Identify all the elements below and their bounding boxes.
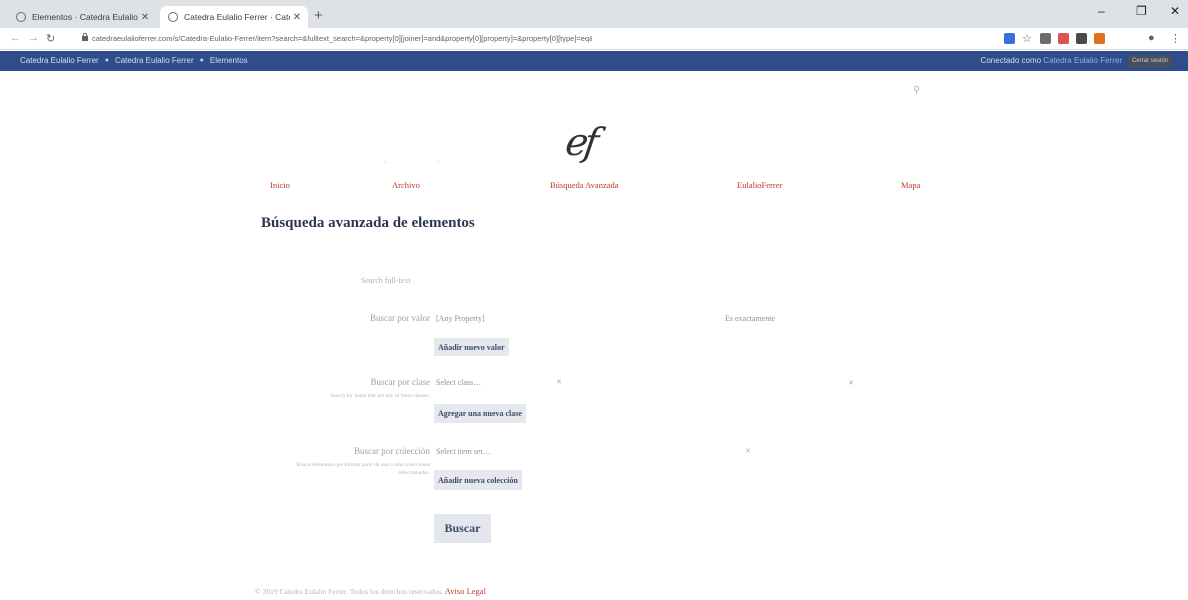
tab-title: Catedra Eulalio Ferrer · Catedra	[184, 12, 290, 22]
extension-icon[interactable]	[1094, 33, 1105, 44]
url-input[interactable]: catedraeulalioferrer.com/s/Catedra-Eulal…	[92, 34, 592, 43]
back-icon[interactable]: ←	[10, 32, 21, 44]
add-value-button[interactable]: Añadir nuevo valor	[434, 338, 509, 356]
close-window-button[interactable]: ✕	[1170, 4, 1180, 18]
clear-icon[interactable]: ✕	[556, 378, 562, 386]
class-label: Buscar por clase	[370, 377, 430, 387]
browser-tab-elementos[interactable]: Elementos · Catedra Eulalio Ferr ✕	[8, 6, 156, 28]
nav-mapa[interactable]: Mapa	[901, 180, 920, 190]
search-icon[interactable]: ⚲	[913, 85, 920, 96]
value-label: Buscar por valor	[370, 313, 430, 323]
extension-icon[interactable]	[1058, 33, 1069, 44]
tab-title: Elementos · Catedra Eulalio Ferr	[32, 12, 138, 22]
connected-prefix: Conectado como	[980, 56, 1042, 65]
address-bar: ← → ↻ catedraeulalioferrer.com/s/Catedra…	[0, 28, 1188, 50]
add-class-button[interactable]: Agregar una nueva clase	[434, 404, 526, 423]
browser-tab-bar: Elementos · Catedra Eulalio Ferr ✕ Cated…	[0, 0, 1188, 28]
menu-kebab-icon[interactable]: ⋮	[1170, 32, 1181, 45]
nav-busqueda-avanzada[interactable]: Búsqueda Avanzada	[550, 180, 619, 190]
add-collection-button[interactable]: Añadir nueva colección	[434, 470, 522, 490]
fulltext-search-input[interactable]: Search full-text	[361, 276, 631, 285]
new-tab-button[interactable]: +	[314, 7, 323, 24]
connected-user-link[interactable]: Catedra Eulalio Ferrer	[1043, 56, 1122, 65]
lock-icon	[82, 33, 88, 41]
footer: © 2019 Catedra Eulalio Ferrer. Todos los…	[255, 586, 486, 596]
extension-icon[interactable]	[1076, 33, 1087, 44]
reload-icon[interactable]: ↻	[46, 32, 55, 45]
collection-help-text: Busca elementos que forman parte de una …	[296, 462, 430, 476]
collection-select[interactable]: Select item set…	[436, 447, 736, 456]
extension-icon[interactable]	[1040, 33, 1051, 44]
logout-button[interactable]: Cerrar sesión	[1128, 55, 1172, 67]
close-tab-icon[interactable]: ✕	[290, 12, 304, 23]
property-select[interactable]: [Any Property]	[436, 314, 696, 323]
value-type-select[interactable]: Es exactamente	[725, 314, 835, 323]
remove-collection-icon[interactable]: ✕	[745, 447, 751, 455]
nav-eulalioferrer[interactable]: EulalioFerrer	[737, 180, 782, 190]
collection-label: Buscar por colección	[354, 446, 430, 456]
class-help-text: Search for items that are any of these c…	[330, 393, 430, 399]
breadcrumb-item[interactable]: Elementos	[210, 56, 248, 65]
nav-inicio[interactable]: Inicio	[270, 180, 290, 190]
globe-icon	[168, 12, 178, 22]
connected-as: Conectado como Catedra Eulalio Ferrer	[981, 56, 1122, 65]
legal-link[interactable]: Aviso Legal	[445, 586, 486, 596]
minimize-button[interactable]: –	[1098, 4, 1105, 18]
nav-archivo[interactable]: Archivo	[392, 180, 420, 190]
breadcrumb: Catedra Eulalio Ferrer ● Catedra Eulalio…	[20, 56, 248, 65]
page-title: Búsqueda avanzada de elementos	[261, 215, 475, 231]
logo-ornament: · ·	[384, 158, 464, 167]
site-logo[interactable]: ef	[563, 120, 598, 164]
copyright-text: © 2019 Catedra Eulalio Ferrer. Todos los…	[255, 587, 443, 596]
globe-icon	[16, 12, 26, 22]
extension-icon[interactable]	[1004, 33, 1015, 44]
class-select[interactable]: Select class…	[436, 378, 846, 387]
profile-icon[interactable]: ●	[1148, 32, 1155, 44]
separator-icon: ●	[199, 57, 204, 64]
search-submit-button[interactable]: Buscar	[434, 514, 491, 543]
breadcrumb-item[interactable]: Catedra Eulalio Ferrer	[20, 56, 99, 65]
separator-icon: ●	[104, 57, 109, 64]
breadcrumb-item[interactable]: Catedra Eulalio Ferrer	[115, 56, 194, 65]
close-tab-icon[interactable]: ✕	[138, 12, 152, 23]
forward-icon[interactable]: →	[28, 32, 39, 44]
star-icon[interactable]: ☆	[1022, 32, 1032, 45]
remove-class-icon[interactable]: ✕	[848, 379, 854, 387]
browser-tab-catedra[interactable]: Catedra Eulalio Ferrer · Catedra ✕	[160, 6, 308, 28]
admin-bar: Catedra Eulalio Ferrer ● Catedra Eulalio…	[0, 51, 1188, 71]
maximize-button[interactable]: ❐	[1136, 4, 1147, 18]
